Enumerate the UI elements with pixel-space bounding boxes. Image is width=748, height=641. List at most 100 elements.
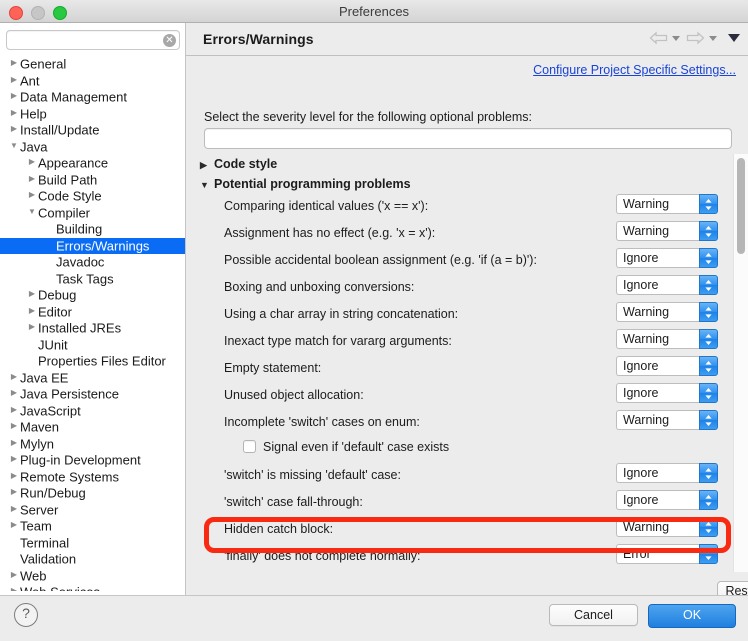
sidebar-item-terminal[interactable]: Terminal (0, 535, 185, 552)
twisty-collapsed-icon[interactable]: ▶ (8, 56, 20, 72)
twisty-collapsed-icon[interactable]: ▶ (8, 418, 20, 435)
sidebar-item-help[interactable]: ▶ Help (0, 106, 185, 123)
sidebar-item-team[interactable]: ▶ Team (0, 518, 185, 535)
configure-project-specific-settings-link[interactable]: Configure Project Specific Settings... (533, 63, 736, 77)
sidebar-item-mylyn[interactable]: ▶ Mylyn (0, 436, 185, 453)
sidebar-item-compiler[interactable]: ▼ Compiler (0, 205, 185, 222)
sidebar-item-errors-warnings[interactable]: Errors/Warnings (0, 237, 185, 254)
twisty-collapsed-icon[interactable]: ▶ (26, 286, 38, 303)
clear-search-icon[interactable]: ✕ (163, 34, 176, 47)
sidebar-item-javadoc[interactable]: Javadoc (0, 254, 185, 271)
severity-stepper-icon[interactable] (699, 383, 718, 403)
severity-combo-possible-accidental-boolean-assignment-e-g-if-a-[interactable]: Ignore (616, 248, 718, 268)
ok-button[interactable]: OK (648, 604, 736, 628)
severity-value[interactable]: Warning (616, 517, 699, 537)
twisty-collapsed-icon[interactable]: ▶ (8, 369, 20, 386)
severity-value[interactable]: Ignore (616, 275, 699, 295)
sidebar-item-build-path[interactable]: ▶ Build Path (0, 172, 185, 189)
cancel-button[interactable]: Cancel (549, 604, 638, 626)
twisty-collapsed-icon[interactable]: ▶ (8, 88, 20, 105)
severity-combo-empty-statement[interactable]: Ignore (616, 356, 718, 376)
group-twisty-collapsed-icon[interactable]: ▶ (200, 155, 216, 175)
severity-combo-comparing-identical-values-x-x[interactable]: Warning (616, 194, 718, 214)
view-menu-icon[interactable] (728, 34, 740, 42)
sidebar-item-java-persistence[interactable]: ▶ Java Persistence (0, 386, 185, 403)
severity-combo-inexact-type-match-for-vararg-arguments[interactable]: Warning (616, 329, 718, 349)
severity-value[interactable]: Ignore (616, 490, 699, 510)
sidebar-item-java-ee[interactable]: ▶ Java EE (0, 370, 185, 387)
sidebar-item-editor[interactable]: ▶ Editor (0, 304, 185, 321)
sidebar-item-building[interactable]: Building (0, 221, 185, 238)
sidebar-item-remote-systems[interactable]: ▶ Remote Systems (0, 469, 185, 486)
severity-value[interactable]: Ignore (616, 248, 699, 268)
scrollbar-thumb[interactable] (737, 158, 745, 254)
sidebar-item-web[interactable]: ▶ Web (0, 568, 185, 585)
twisty-collapsed-icon[interactable]: ▶ (8, 484, 20, 501)
back-arrow-icon[interactable] (649, 31, 668, 45)
sidebar-item-run-debug[interactable]: ▶ Run/Debug (0, 485, 185, 502)
twisty-collapsed-icon[interactable]: ▶ (8, 385, 20, 402)
problem-group-potential-programming-problems[interactable]: ▼ Potential programming problems (198, 174, 736, 194)
severity-combo-unused-object-allocation[interactable]: Ignore (616, 383, 718, 403)
twisty-expanded-icon[interactable]: ▼ (8, 138, 20, 155)
severity-stepper-icon[interactable] (699, 221, 718, 241)
sidebar-item-validation[interactable]: Validation (0, 551, 185, 568)
severity-combo-boxing-and-unboxing-conversions[interactable]: Ignore (616, 275, 718, 295)
severity-stepper-icon[interactable] (699, 490, 718, 510)
severity-value[interactable]: Ignore (616, 356, 699, 376)
severity-stepper-icon[interactable] (699, 517, 718, 537)
twisty-collapsed-icon[interactable]: ▶ (8, 121, 20, 138)
severity-combo-incomplete-switch-cases-on-enum[interactable]: Warning (616, 410, 718, 430)
severity-combo-finally-does-not-complete-normally[interactable]: Error (616, 544, 718, 564)
severity-stepper-icon[interactable] (699, 463, 718, 483)
twisty-collapsed-icon[interactable]: ▶ (8, 72, 20, 89)
twisty-collapsed-icon[interactable]: ▶ (8, 435, 20, 452)
severity-combo-using-a-char-array-in-string-concatenation[interactable]: Warning (616, 302, 718, 322)
severity-value[interactable]: Warning (616, 410, 699, 430)
severity-stepper-icon[interactable] (699, 302, 718, 322)
twisty-collapsed-icon[interactable]: ▶ (26, 154, 38, 171)
severity-combo-switch-is-missing-default-case[interactable]: Ignore (616, 463, 718, 483)
twisty-collapsed-icon[interactable]: ▶ (8, 105, 20, 122)
severity-stepper-icon[interactable] (699, 248, 718, 268)
twisty-collapsed-icon[interactable]: ▶ (8, 517, 20, 534)
twisty-collapsed-icon[interactable]: ▶ (26, 187, 38, 204)
twisty-expanded-icon[interactable]: ▼ (26, 204, 38, 221)
severity-stepper-icon[interactable] (699, 356, 718, 376)
problem-group-code-style[interactable]: ▶ Code style (198, 154, 736, 174)
problem-filter-input[interactable] (204, 128, 732, 149)
severity-value[interactable]: Error (616, 544, 699, 564)
sidebar-item-java[interactable]: ▼ Java (0, 139, 185, 156)
sidebar-item-debug[interactable]: ▶ Debug (0, 287, 185, 304)
forward-history-dropdown-icon[interactable] (709, 35, 717, 41)
severity-value[interactable]: Ignore (616, 463, 699, 483)
sidebar-item-plug-in-development[interactable]: ▶ Plug-in Development (0, 452, 185, 469)
severity-combo-switch-case-fall-through[interactable]: Ignore (616, 490, 718, 510)
signal-default-case-checkbox[interactable] (243, 440, 256, 453)
sidebar-item-install-update[interactable]: ▶ Install/Update (0, 122, 185, 139)
sidebar-item-installed-jres[interactable]: ▶ Installed JREs (0, 320, 185, 337)
help-icon[interactable]: ? (14, 603, 38, 627)
sidebar-item-data-management[interactable]: ▶ Data Management (0, 89, 185, 106)
severity-combo-hidden-catch-block[interactable]: Warning (616, 517, 718, 537)
severity-stepper-icon[interactable] (699, 329, 718, 349)
severity-stepper-icon[interactable] (699, 194, 718, 214)
twisty-collapsed-icon[interactable]: ▶ (26, 303, 38, 320)
severity-value[interactable]: Warning (616, 302, 699, 322)
forward-arrow-icon[interactable] (686, 31, 705, 45)
sidebar-item-appearance[interactable]: ▶ Appearance (0, 155, 185, 172)
sidebar-item-junit[interactable]: JUnit (0, 337, 185, 354)
severity-value[interactable]: Warning (616, 329, 699, 349)
sidebar-item-ant[interactable]: ▶ Ant (0, 73, 185, 90)
twisty-collapsed-icon[interactable]: ▶ (8, 451, 20, 468)
search-input[interactable] (6, 30, 180, 50)
sidebar-item-server[interactable]: ▶ Server (0, 502, 185, 519)
severity-stepper-icon[interactable] (699, 275, 718, 295)
severity-value[interactable]: Warning (616, 221, 699, 241)
twisty-collapsed-icon[interactable]: ▶ (26, 171, 38, 188)
twisty-collapsed-icon[interactable]: ▶ (8, 567, 20, 584)
severity-value[interactable]: Ignore (616, 383, 699, 403)
back-history-dropdown-icon[interactable] (672, 35, 680, 41)
twisty-collapsed-icon[interactable]: ▶ (8, 402, 20, 419)
severity-stepper-icon[interactable] (699, 544, 718, 564)
